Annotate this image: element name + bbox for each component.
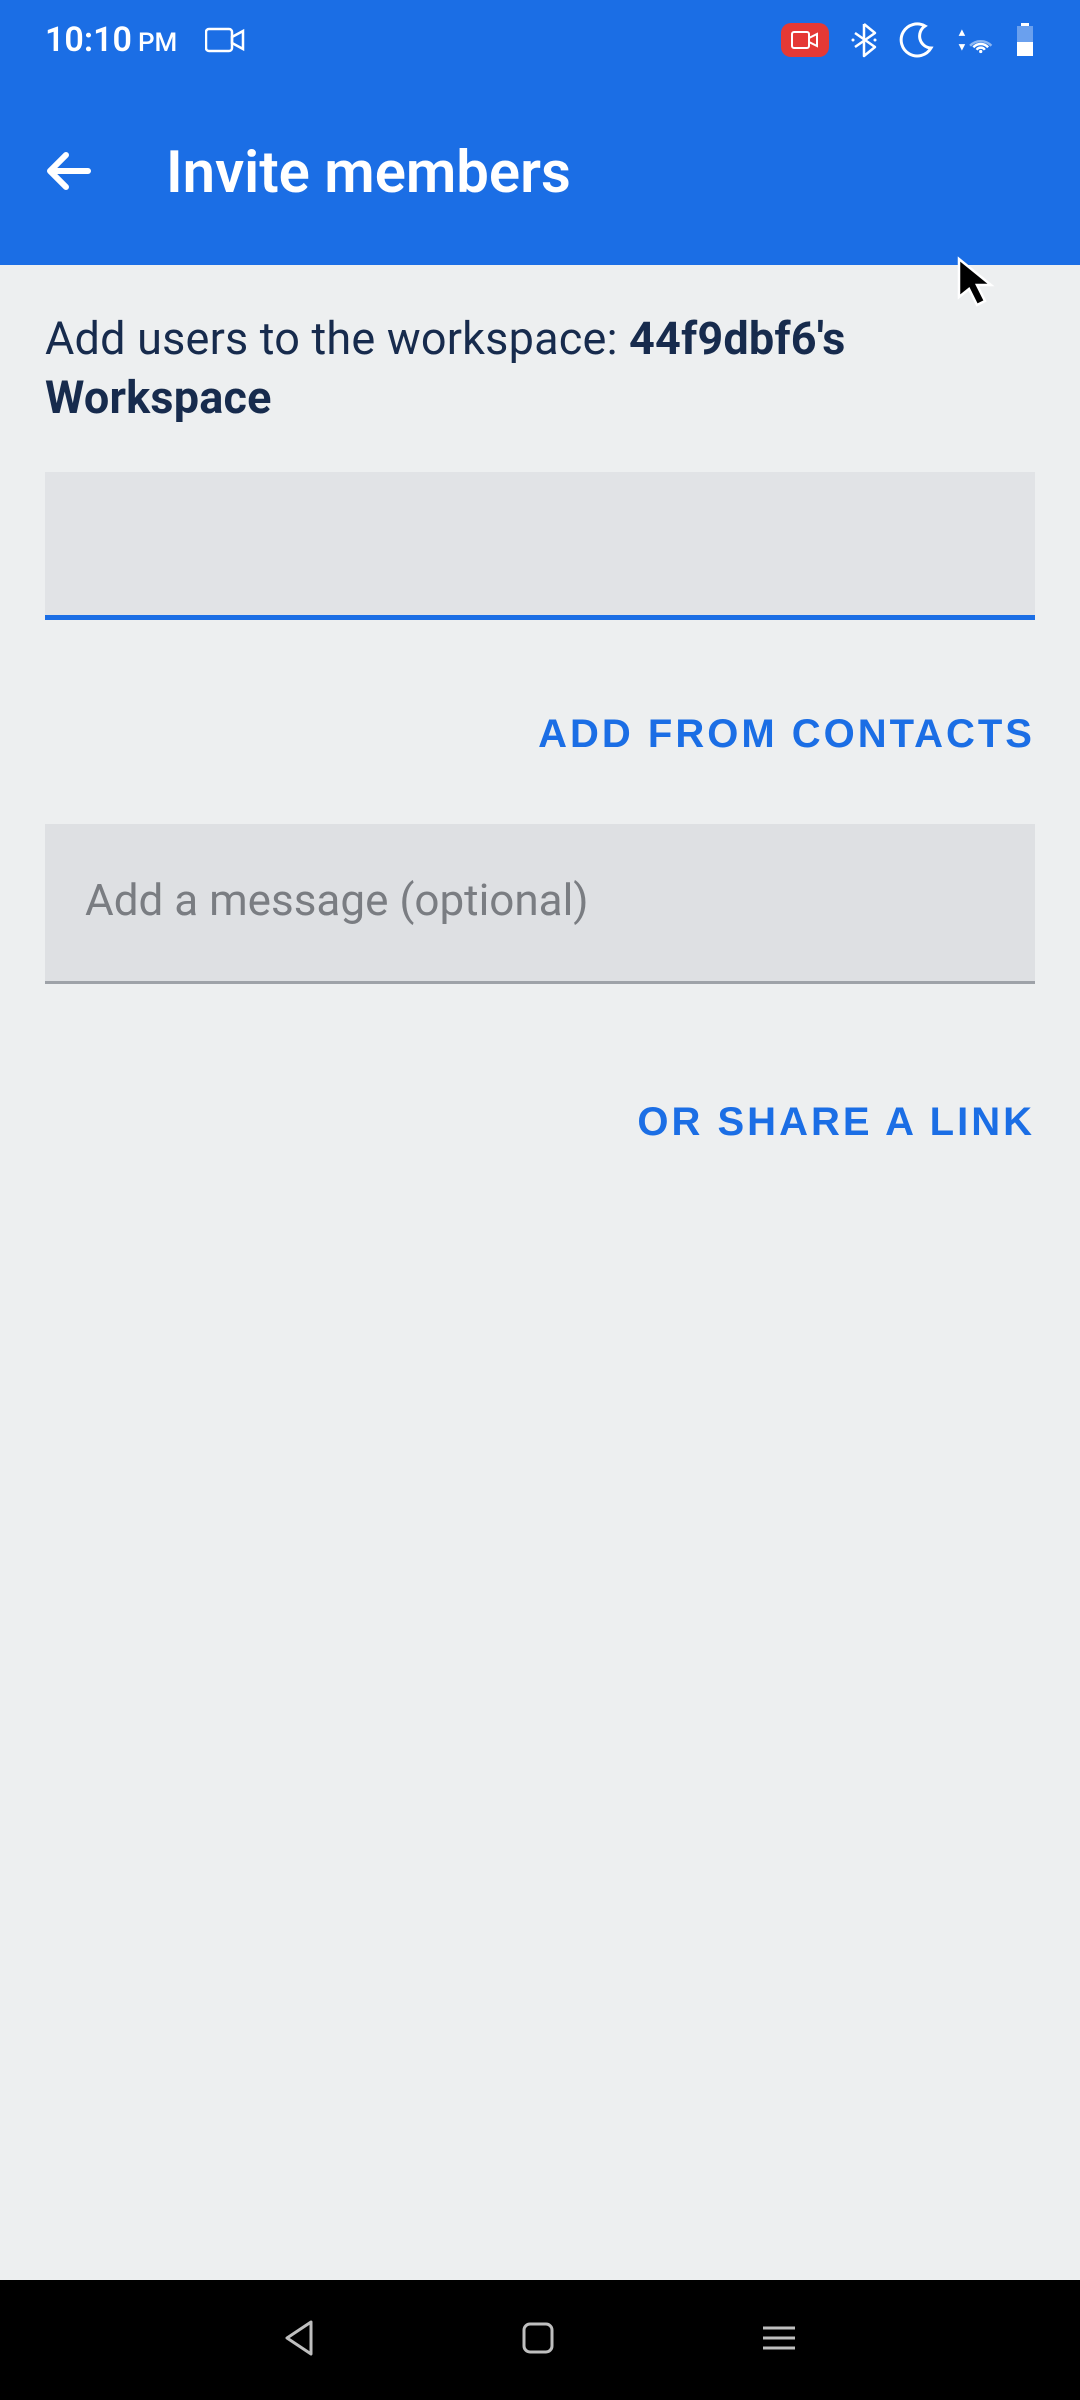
status-time-value: 10:10 xyxy=(45,20,132,60)
nav-recent-button[interactable] xyxy=(759,2322,799,2358)
battery-icon xyxy=(1015,23,1035,57)
camera-icon xyxy=(205,25,245,55)
page-title: Invite members xyxy=(166,139,571,207)
app-bar: Invite members xyxy=(0,80,1080,265)
status-bar-right xyxy=(781,22,1035,58)
moon-icon xyxy=(899,22,935,58)
nav-back-button[interactable] xyxy=(281,2318,317,2362)
bluetooth-icon xyxy=(851,22,877,58)
status-time-ampm: PM xyxy=(138,28,177,58)
nav-home-button[interactable] xyxy=(520,2320,556,2360)
navigation-bar xyxy=(0,2280,1080,2400)
prompt-text: Add users to the workspace: 44f9dbf6's W… xyxy=(45,310,1035,427)
message-input[interactable] xyxy=(45,824,1035,984)
share-link-button[interactable]: OR SHARE A LINK xyxy=(45,1088,1035,1157)
wifi-icon xyxy=(957,25,993,55)
content-area: Add users to the workspace: 44f9dbf6's W… xyxy=(0,265,1080,1202)
back-arrow-icon[interactable] xyxy=(42,143,98,203)
prompt-prefix: Add users to the workspace: xyxy=(45,312,629,365)
status-bar-left: 10:10 PM xyxy=(45,20,245,60)
add-from-contacts-button[interactable]: ADD FROM CONTACTS xyxy=(45,700,1035,769)
users-input[interactable] xyxy=(45,472,1035,620)
status-bar: 10:10 PM xyxy=(0,0,1080,80)
status-time: 10:10 PM xyxy=(45,20,177,60)
recording-badge-icon xyxy=(781,23,829,57)
